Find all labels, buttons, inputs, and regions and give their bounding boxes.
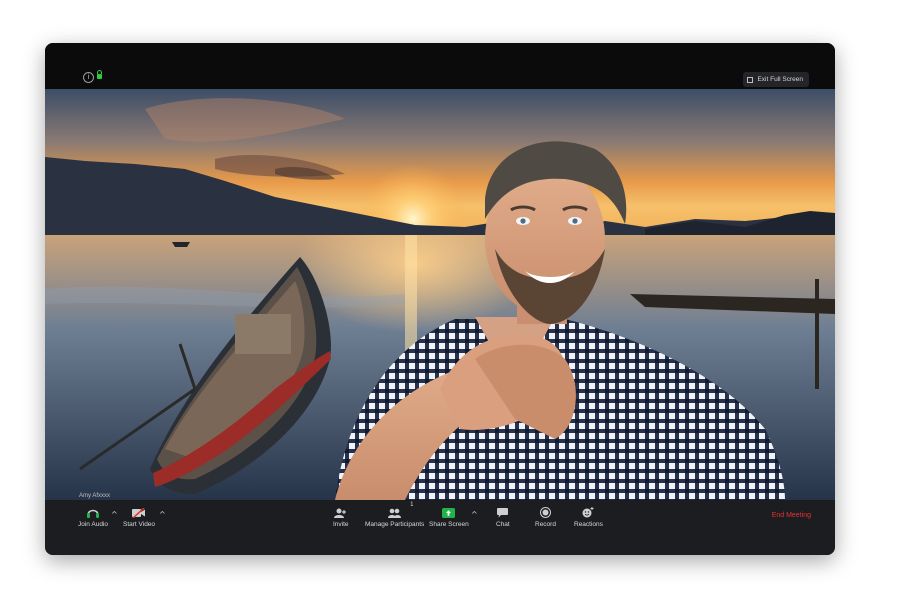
- chat-button[interactable]: Chat: [496, 504, 510, 528]
- reactions-button[interactable]: Reactions: [574, 504, 603, 528]
- headphones-icon: [87, 504, 99, 518]
- exit-full-screen-label: Exit Full Screen: [757, 76, 803, 83]
- share-screen-icon: [442, 504, 456, 518]
- video-feed: [45, 89, 835, 500]
- manage-participants-label: Manage Participants: [365, 521, 425, 528]
- share-screen-label: Share Screen: [429, 521, 469, 528]
- video-off-icon: [132, 504, 146, 518]
- participant-count: 1: [410, 502, 414, 508]
- manage-participants-button[interactable]: 1 Manage Participants: [365, 502, 425, 528]
- chat-icon: [497, 504, 509, 518]
- audio-options-caret[interactable]: ^: [111, 510, 118, 519]
- video-options-caret[interactable]: ^: [159, 510, 166, 519]
- end-meeting-button[interactable]: End Meeting: [772, 512, 811, 519]
- join-audio-button[interactable]: Join Audio: [78, 504, 108, 528]
- invite-button[interactable]: Invite: [333, 504, 349, 528]
- join-audio-label: Join Audio: [78, 521, 108, 528]
- record-icon: [539, 504, 551, 518]
- participants-icon: 1: [388, 502, 413, 518]
- share-options-caret[interactable]: ^: [471, 510, 478, 519]
- info-icon[interactable]: i: [83, 72, 94, 83]
- top-bar: i Exit Full Screen: [45, 43, 835, 89]
- record-label: Record: [535, 521, 556, 528]
- invite-icon: [334, 504, 347, 518]
- chat-label: Chat: [496, 521, 510, 528]
- invite-label: Invite: [333, 521, 349, 528]
- virtual-background: [45, 89, 835, 500]
- start-video-label: Start Video: [123, 521, 156, 528]
- share-screen-button[interactable]: Share Screen: [429, 504, 469, 528]
- participant-name-label: Amy Afxxxx: [79, 493, 111, 499]
- record-button[interactable]: Record: [535, 504, 556, 528]
- meeting-toolbar: Join Audio ^ Start Video ^ Invite 1 Mana…: [45, 500, 835, 555]
- reactions-icon: [582, 504, 594, 518]
- exit-fullscreen-icon: [747, 76, 754, 83]
- lock-icon[interactable]: [97, 70, 102, 79]
- reactions-label: Reactions: [574, 521, 603, 528]
- meeting-window: i Exit Full Screen Amy Afxxxx Join Audio…: [45, 43, 835, 555]
- start-video-button[interactable]: Start Video: [123, 504, 155, 528]
- exit-full-screen-button[interactable]: Exit Full Screen: [743, 72, 809, 87]
